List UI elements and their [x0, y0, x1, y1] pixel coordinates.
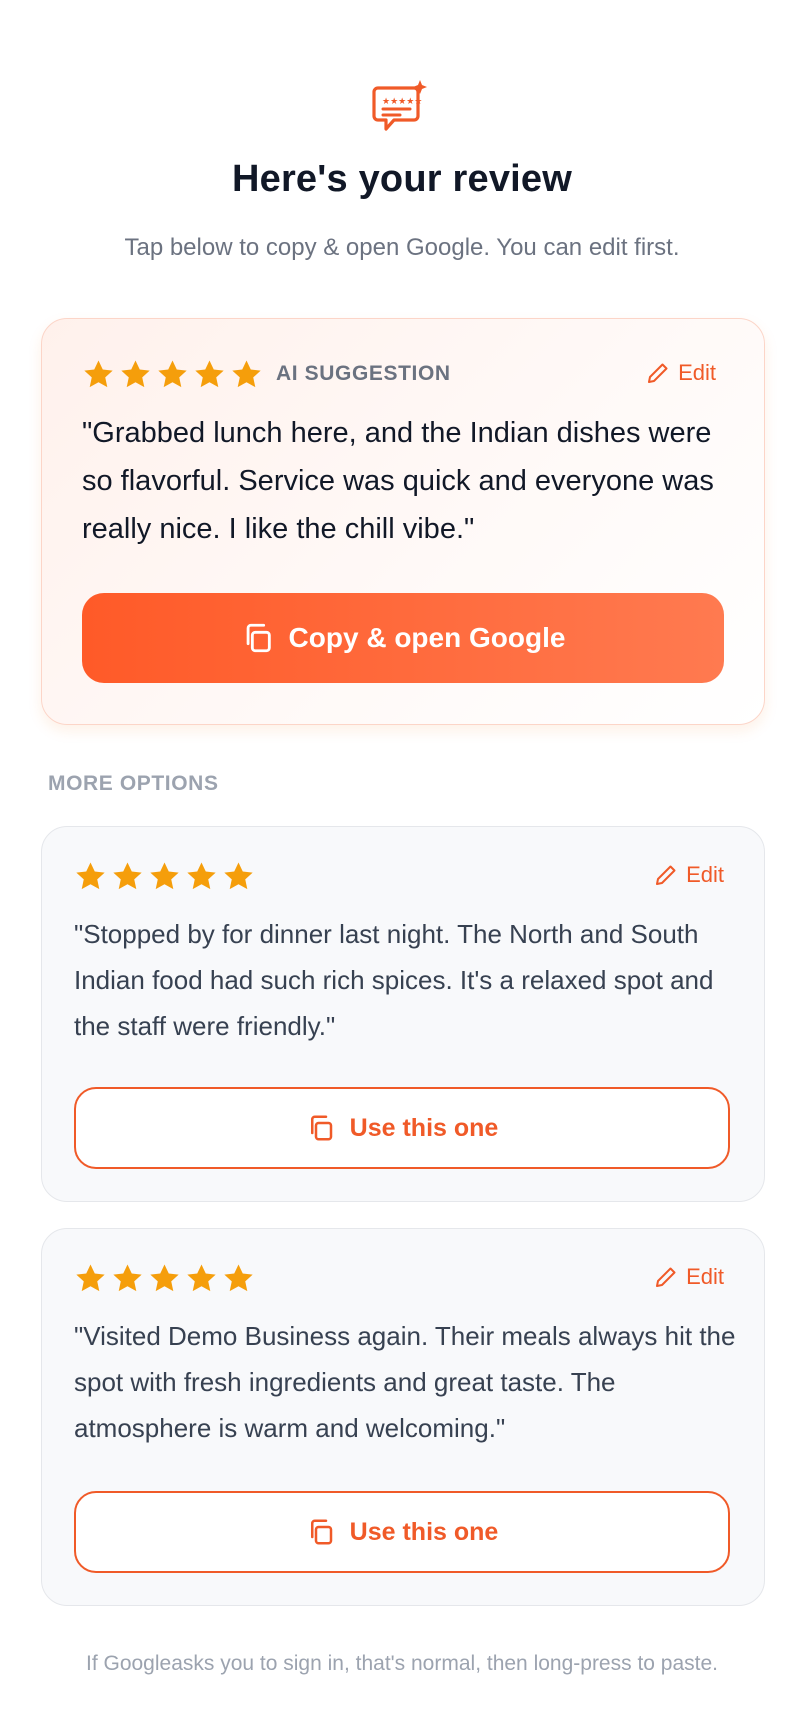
copy-open-google-label: Copy & open Google [288, 622, 566, 653]
star-icon [187, 1264, 216, 1292]
star-icon [76, 1264, 105, 1292]
copy-icon [246, 623, 271, 653]
review-text: "Stopped by for dinner last night. The N… [74, 919, 714, 1041]
star-icon [76, 862, 105, 890]
use-this-one-button[interactable]: Use this one [74, 1087, 730, 1169]
pencil-icon [656, 1267, 676, 1287]
star-icon [158, 360, 187, 388]
star-icon [187, 862, 216, 890]
review-option-card: Edit "Visited Demo Business again. Their… [41, 1228, 765, 1606]
copy-icon [310, 1519, 332, 1545]
edit-label: Edit [686, 862, 724, 887]
star-rating [82, 358, 263, 391]
review-text: "Grabbed lunch here, and the Indian dish… [82, 417, 714, 545]
page-subtitle: Tap below to copy & open Google. You can… [124, 234, 680, 261]
review-page: ★★★★★ Here's your review Tap below to co… [0, 0, 804, 1720]
use-this-one-button[interactable]: Use this one [74, 1491, 730, 1573]
edit-label: Edit [686, 1264, 724, 1289]
svg-text:★★★★★: ★★★★★ [382, 97, 422, 107]
edit-button[interactable]: Edit [654, 1264, 724, 1290]
pencil-icon [656, 865, 676, 885]
edit-button[interactable]: Edit [646, 360, 716, 386]
review-option-card: Edit "Stopped by for dinner last night. … [41, 826, 765, 1202]
star-icon [195, 360, 224, 388]
use-this-one-label: Use this one [349, 1517, 499, 1546]
review-chat-icon: ★★★★★ [372, 80, 427, 131]
star-icon [150, 862, 179, 890]
star-rating [74, 860, 255, 893]
star-icon [121, 360, 150, 388]
more-options-heading: MORE OPTIONS [48, 772, 219, 795]
copy-open-google-button[interactable]: Copy & open Google [82, 593, 724, 683]
star-icon [232, 360, 261, 388]
review-text: "Visited Demo Business again. Their meal… [74, 1321, 736, 1443]
star-icon [113, 1264, 142, 1292]
copy-icon [310, 1115, 332, 1141]
star-icon [224, 1264, 253, 1292]
footer-note: If Googleasks you to sign in, that's nor… [85, 1652, 719, 1675]
star-icon [224, 862, 253, 890]
edit-label: Edit [678, 360, 716, 385]
star-icon [113, 862, 142, 890]
star-icon [150, 1264, 179, 1292]
ai-suggestion-label: AI SUGGESTION [276, 362, 451, 385]
star-rating [74, 1262, 255, 1295]
ai-suggestion-card: AI SUGGESTION Edit "Grabbed lunch here, … [41, 318, 765, 725]
page-title: Here's your review [231, 158, 573, 200]
star-icon [84, 360, 113, 388]
edit-button[interactable]: Edit [654, 862, 724, 888]
pencil-icon [648, 363, 668, 383]
use-this-one-label: Use this one [349, 1113, 499, 1142]
